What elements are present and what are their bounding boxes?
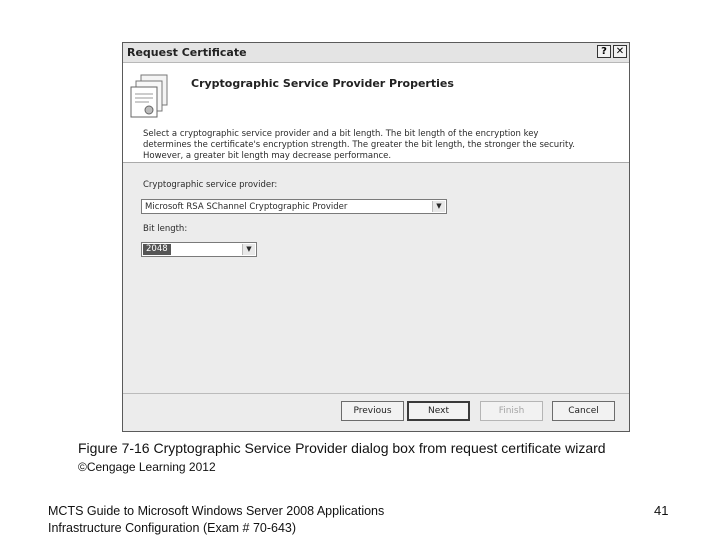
chevron-down-icon[interactable]: ▼	[432, 201, 445, 212]
csp-selected-value: Microsoft RSA SChannel Cryptographic Pro…	[145, 202, 348, 212]
page-title: Cryptographic Service Provider Propertie…	[191, 77, 454, 90]
footer-line-2: Infrastructure Configuration (Exam # 70-…	[48, 521, 297, 535]
bit-length-selected-value: 2048	[143, 244, 171, 255]
bit-length-dropdown[interactable]: 2048 ▼	[141, 242, 257, 257]
finish-button: Finish	[480, 401, 543, 421]
csp-dropdown[interactable]: Microsoft RSA SChannel Cryptographic Pro…	[141, 199, 447, 214]
title-bar: Request Certificate ? ✕	[123, 43, 629, 63]
copyright-text: ©Cengage Learning 2012	[78, 460, 216, 474]
button-separator	[123, 393, 629, 394]
figure-caption: Figure 7-16 Cryptographic Service Provid…	[78, 440, 606, 456]
bit-length-label: Bit length:	[143, 224, 188, 234]
previous-button[interactable]: Previous	[341, 401, 404, 421]
chevron-down-icon[interactable]: ▼	[242, 244, 255, 255]
csp-label: Cryptographic service provider:	[143, 180, 278, 190]
dialog-title: Request Certificate	[127, 46, 247, 59]
certificate-icon	[130, 74, 168, 118]
help-button[interactable]: ?	[597, 45, 611, 58]
page-number: 41	[654, 503, 669, 518]
close-button[interactable]: ✕	[613, 45, 627, 58]
footer-line-1: MCTS Guide to Microsoft Windows Server 2…	[48, 504, 385, 518]
next-button[interactable]: Next	[407, 401, 470, 421]
slide-footer: MCTS Guide to Microsoft Windows Server 2…	[48, 503, 384, 537]
cancel-button[interactable]: Cancel	[552, 401, 615, 421]
request-certificate-dialog: Request Certificate ? ✕ Cryptographic Se…	[122, 42, 630, 432]
description-text: Select a cryptographic service provider …	[143, 129, 575, 161]
